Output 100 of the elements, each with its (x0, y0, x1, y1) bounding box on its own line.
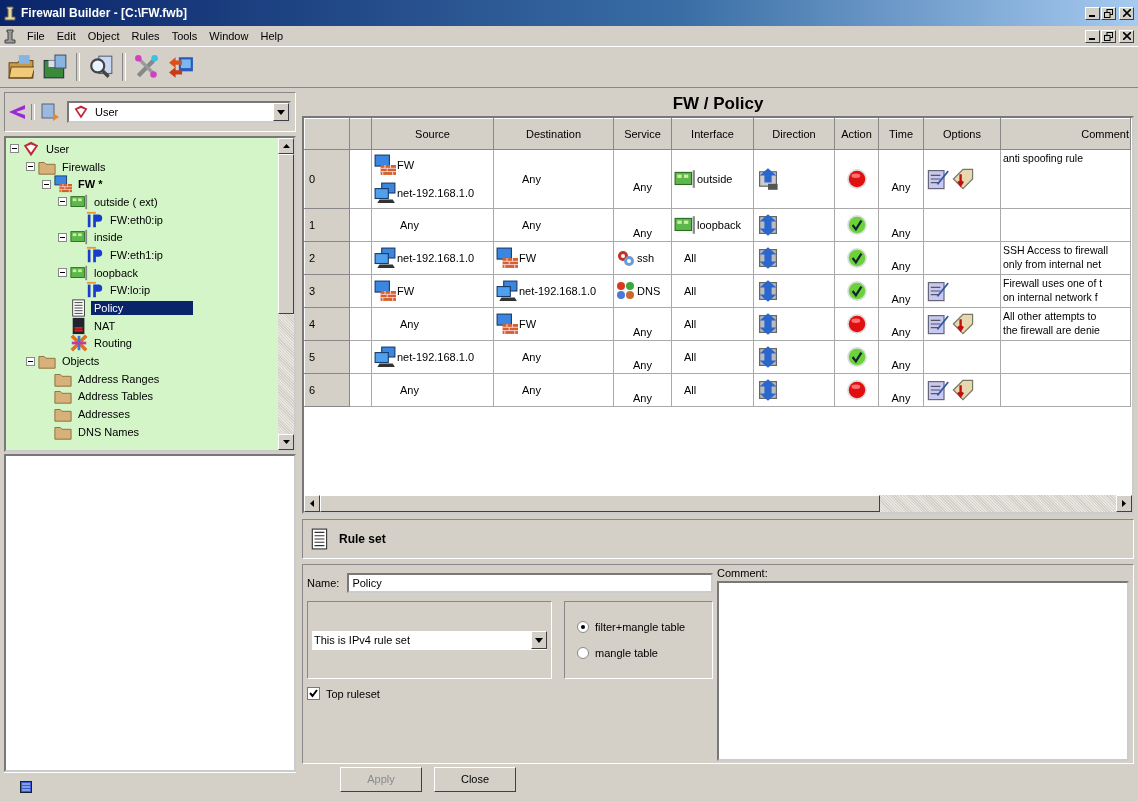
minimize-button[interactable] (1085, 29, 1100, 43)
comment-text: on internal network f (1003, 290, 1099, 304)
row-number[interactable]: 0 (304, 149, 350, 209)
expander-icon[interactable] (58, 232, 67, 242)
tree-item[interactable]: DNS Names (75, 424, 143, 439)
tree-item[interactable]: User (43, 141, 73, 156)
restore-icon (1104, 31, 1113, 41)
interface-label: All (684, 252, 697, 264)
menu-item[interactable]: Rules (130, 30, 161, 42)
row-number[interactable]: 6 (304, 373, 350, 407)
tree-item[interactable]: Objects (59, 354, 103, 369)
menu-item[interactable]: Help (259, 30, 285, 42)
row-number[interactable]: 1 (304, 208, 350, 242)
expander-icon[interactable] (42, 179, 51, 189)
column-header[interactable]: Comment (1000, 118, 1131, 150)
menu-item[interactable]: Tools (170, 30, 199, 42)
menu-item[interactable]: Object (86, 30, 121, 42)
row-number[interactable]: 2 (304, 241, 350, 275)
object-label: Any (522, 351, 541, 363)
column-header[interactable]: Service (613, 118, 672, 150)
object-label: net-192.168.1.0 (397, 187, 475, 199)
tree-item[interactable]: Address Tables (75, 389, 156, 404)
firewall-icon (496, 313, 518, 335)
network-icon (374, 346, 396, 368)
column-header[interactable]: Source (371, 118, 494, 150)
expander-icon[interactable] (10, 144, 19, 154)
restore-button[interactable] (1101, 6, 1116, 20)
tree-item[interactable]: inside (91, 230, 126, 245)
column-header[interactable]: Time (878, 118, 924, 150)
list-icon[interactable] (20, 781, 32, 793)
object-label: FW (397, 285, 415, 297)
comment-text: All other attempts to (1003, 309, 1098, 323)
expander-icon[interactable] (58, 268, 67, 278)
column-header[interactable]: Direction (753, 118, 835, 150)
network-icon (374, 247, 396, 269)
tree-item[interactable]: Addresses (75, 407, 133, 422)
open-folder-icon (8, 54, 34, 80)
expander-icon[interactable] (26, 162, 35, 172)
comment-label: Comment: (717, 567, 769, 579)
tree-item[interactable]: Routing (91, 336, 135, 351)
direction-icon (756, 312, 780, 336)
back-arrow-icon[interactable] (9, 105, 25, 119)
firewall-icon (374, 280, 396, 302)
ip-version-dropdown[interactable]: This is IPv4 rule set (312, 630, 547, 650)
radio-button[interactable] (577, 647, 589, 659)
column-header[interactable]: Destination (493, 118, 614, 150)
row-number[interactable]: 3 (304, 274, 350, 308)
column-header[interactable]: Interface (671, 118, 754, 150)
left-arrow-icon (310, 500, 314, 507)
radio-button[interactable] (577, 621, 589, 633)
object-label: net-192.168.1.0 (519, 285, 597, 297)
minimize-button[interactable] (1085, 6, 1100, 20)
firewall-icon (496, 247, 518, 269)
routing-icon (70, 334, 88, 353)
checkbox-label[interactable]: Top ruleset (326, 687, 380, 700)
down-arrow-icon (282, 440, 290, 444)
comment-field[interactable] (717, 581, 1129, 761)
close-button[interactable] (1119, 6, 1134, 20)
name-field[interactable]: Policy (347, 573, 713, 593)
notepad-icon (926, 167, 950, 191)
tree-item[interactable]: outside ( ext) (91, 194, 161, 209)
library-dropdown[interactable]: User (67, 101, 291, 123)
deny-icon (845, 313, 868, 335)
tree-item[interactable]: Firewalls (59, 159, 109, 174)
checkbox[interactable] (307, 687, 320, 700)
menu-item[interactable]: Edit (55, 30, 77, 42)
accept-icon (845, 280, 868, 302)
tower-icon (4, 28, 16, 44)
tree-item[interactable]: NAT (91, 318, 119, 333)
expander-icon[interactable] (58, 197, 67, 207)
tools-icon (134, 54, 160, 80)
ip-address-icon (86, 210, 104, 229)
column-header[interactable]: Action (834, 118, 879, 150)
close-button[interactable] (1119, 29, 1134, 43)
tree-item[interactable]: FW * (75, 177, 106, 192)
object-label: Any (400, 318, 419, 330)
direction-icon (756, 279, 780, 303)
row-number[interactable]: 4 (304, 307, 350, 341)
row-number[interactable]: 5 (304, 340, 350, 374)
tree-item[interactable]: FW:lo:ip (107, 283, 154, 298)
menu-item[interactable]: Window (208, 30, 250, 42)
tree-item[interactable]: FW:eth0:ip (107, 212, 166, 227)
close-button[interactable]: Close (434, 766, 516, 792)
column-header[interactable]: Options (923, 118, 1001, 150)
menu-item[interactable]: File (26, 30, 46, 42)
tree-item[interactable]: loopback (91, 265, 142, 280)
radio-label[interactable]: filter+mangle table (595, 621, 686, 633)
scrollbar[interactable] (278, 138, 294, 450)
radio-label[interactable]: mangle table (595, 647, 658, 659)
dropdown-arrow-icon (277, 109, 285, 115)
firewall-icon (374, 154, 396, 176)
save-icon (42, 54, 68, 80)
tree-item[interactable]: Policy (91, 301, 194, 316)
tree-item[interactable]: Address Ranges (75, 371, 163, 386)
restore-button[interactable] (1101, 29, 1116, 43)
expander-icon[interactable] (26, 356, 35, 366)
scrollbar[interactable] (304, 495, 1132, 512)
network-icon (374, 182, 396, 204)
object-label: FW (519, 252, 537, 264)
tree-item[interactable]: FW:eth1:ip (107, 247, 166, 262)
